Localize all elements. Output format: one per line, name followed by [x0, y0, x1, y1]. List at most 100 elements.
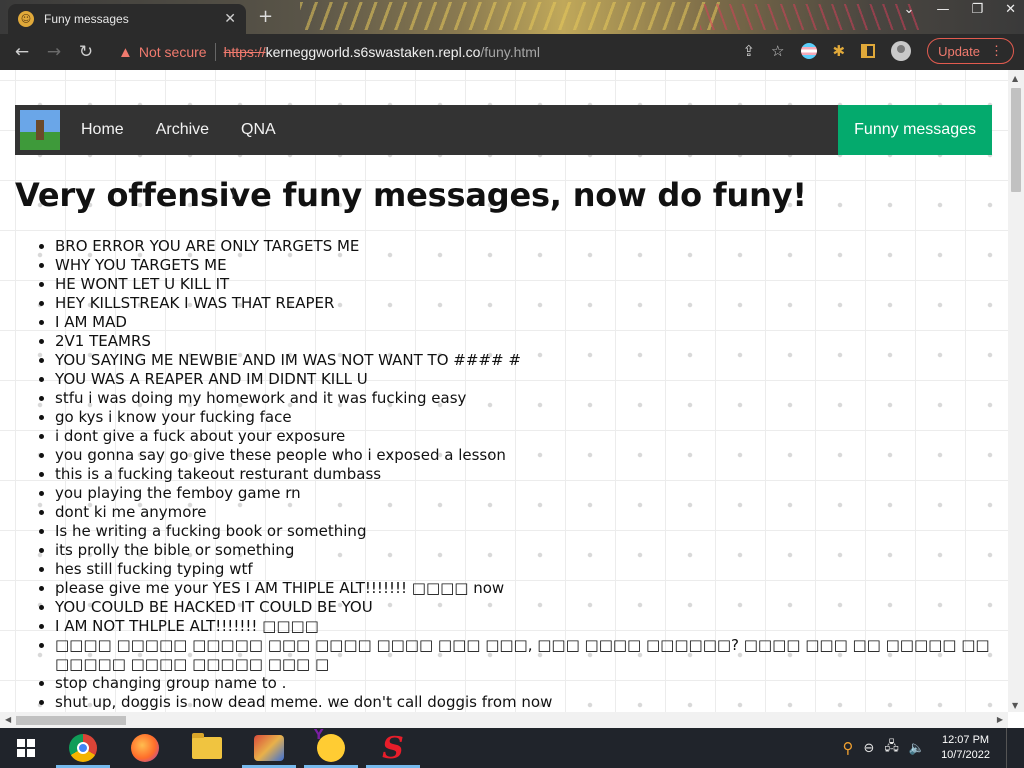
- taskbar-yahoo-messenger[interactable]: [300, 728, 362, 768]
- message-item: BRO ERROR YOU ARE ONLY TARGETS ME: [55, 237, 995, 256]
- tab-search-icon[interactable]: ⌄: [904, 2, 915, 17]
- message-item: this is a fucking takeout resturant dumb…: [55, 465, 995, 484]
- warning-icon[interactable]: ▲: [118, 44, 133, 61]
- clock-time: 12:07 PM: [941, 734, 990, 746]
- url-path: /funy.html: [480, 44, 541, 60]
- taskbar-s-app[interactable]: S: [362, 728, 424, 768]
- message-item: stfu i was doing my homework and it was …: [55, 389, 995, 408]
- scroll-right-icon[interactable]: ▶: [997, 715, 1003, 724]
- horizontal-scrollbar[interactable]: ◀ ▶: [0, 712, 1008, 728]
- side-panel-icon[interactable]: [861, 44, 876, 58]
- scroll-down-icon[interactable]: ▼: [1012, 701, 1018, 710]
- page-heading: Very offensive funy messages, now do fun…: [15, 176, 807, 214]
- taskbar-paint[interactable]: [238, 728, 300, 768]
- favicon-icon: ☺: [18, 11, 34, 27]
- taskbar-chrome[interactable]: [52, 728, 114, 768]
- message-item: WHY YOU TARGETS ME: [55, 256, 995, 275]
- message-list: BRO ERROR YOU ARE ONLY TARGETS MEWHY YOU…: [55, 237, 995, 712]
- window-controls: ⌄ — ❐ ✕: [904, 2, 1016, 17]
- system-tray: ⚲ ⊖ 🖧 🔈 12:07 PM 10/7/2022: [842, 728, 1010, 768]
- back-button[interactable]: ←: [6, 42, 38, 62]
- volume-icon[interactable]: 🔈: [909, 741, 925, 756]
- maximize-button[interactable]: ❐: [971, 2, 983, 17]
- chrome-icon: [69, 734, 97, 762]
- scrollbar-thumb[interactable]: [1011, 88, 1021, 192]
- message-item: its prolly the bible or something: [55, 541, 995, 560]
- minimize-button[interactable]: —: [936, 2, 949, 17]
- reload-button[interactable]: ↻: [70, 42, 102, 62]
- message-item: please give me your YES I AM THIPLE ALT!…: [55, 579, 995, 598]
- yahoo-messenger-icon: [314, 728, 345, 762]
- network-icon[interactable]: 🖧: [884, 737, 899, 759]
- url-host: kerneggworld.s6swastaken.repl.co: [265, 44, 481, 60]
- message-item: □□□□ □□□□□ □□□□□ □□□ □□□□ □□□□ □□□ □□□, …: [55, 636, 995, 674]
- message-item: hes still fucking typing wtf: [55, 560, 995, 579]
- forward-button[interactable]: →: [38, 42, 70, 62]
- message-item: you playing the femboy game rn: [55, 484, 995, 503]
- browser-tab[interactable]: ☺ Funy messages ✕: [8, 4, 246, 34]
- site-logo[interactable]: [20, 110, 60, 150]
- message-item: dont ki me anymore: [55, 503, 995, 522]
- update-button[interactable]: Update ⋮: [927, 38, 1014, 64]
- menu-icon[interactable]: ⋮: [990, 43, 1003, 59]
- message-item: I AM NOT THLPLE ALT!!!!!!! □□□□: [55, 617, 995, 636]
- window-titlebar: ☺ Funy messages ✕ + ⌄ — ❐ ✕: [0, 0, 1024, 34]
- message-item: YOU COULD BE HACKED IT COULD BE YOU: [55, 598, 995, 617]
- firefox-icon: [131, 734, 159, 762]
- message-item: Is he writing a fucking book or somethin…: [55, 522, 995, 541]
- message-item: go kys i know your fucking face: [55, 408, 995, 427]
- page-viewport[interactable]: Home Archive QNA Funny messages Very off…: [0, 70, 1008, 712]
- message-item: stop changing group name to .: [55, 674, 995, 693]
- message-item: I AM MAD: [55, 313, 995, 332]
- theme-decoration: [300, 2, 720, 30]
- divider: [214, 43, 216, 61]
- start-button[interactable]: [0, 728, 52, 768]
- scrollbar-thumb[interactable]: [16, 716, 126, 725]
- close-window-button[interactable]: ✕: [1005, 2, 1016, 17]
- nav-home[interactable]: Home: [65, 121, 140, 139]
- paint-icon: [254, 735, 284, 761]
- nav-qna[interactable]: QNA: [225, 121, 292, 139]
- search-icon[interactable]: ⚲: [842, 739, 853, 757]
- close-tab-icon[interactable]: ✕: [224, 11, 236, 27]
- nav-funny-messages[interactable]: Funny messages: [838, 105, 992, 155]
- scroll-left-icon[interactable]: ◀: [5, 715, 11, 724]
- taskbar-file-explorer[interactable]: [176, 728, 238, 768]
- message-item: 2V1 TEAMRS: [55, 332, 995, 351]
- new-tab-button[interactable]: +: [258, 6, 273, 27]
- extension-flag-icon[interactable]: [800, 43, 817, 59]
- security-status[interactable]: Not secure: [139, 44, 207, 60]
- bookmark-star-icon[interactable]: ☆: [771, 42, 784, 60]
- message-item: YOU WAS A REAPER AND IM DIDNT KILL U: [55, 370, 995, 389]
- text-cursor-icon: I: [231, 184, 236, 203]
- extensions-puzzle-icon[interactable]: ✱: [833, 42, 846, 60]
- address-bar[interactable]: ▲ Not secure https:// kerneggworld.s6swa…: [108, 38, 804, 66]
- theme-decoration: [700, 4, 920, 30]
- taskbar-firefox[interactable]: [114, 728, 176, 768]
- profile-avatar-icon[interactable]: [891, 41, 912, 61]
- site-navbar: Home Archive QNA Funny messages: [15, 105, 992, 155]
- clock-date: 10/7/2022: [941, 749, 990, 761]
- windows-logo-icon: [17, 739, 35, 757]
- s-app-icon: S: [382, 730, 404, 766]
- url-scheme: https://: [223, 44, 266, 60]
- file-explorer-icon: [192, 733, 222, 759]
- scroll-up-icon[interactable]: ▲: [1012, 74, 1018, 83]
- browser-toolbar: ← → ↻ ▲ Not secure https:// kerneggworld…: [0, 34, 1024, 70]
- message-item: HE WONT LET U KILL IT: [55, 275, 995, 294]
- minus-circle-icon[interactable]: ⊖: [863, 741, 874, 756]
- share-icon[interactable]: ⇪: [742, 42, 755, 60]
- vertical-scrollbar[interactable]: ▲ ▼: [1008, 70, 1024, 712]
- message-item: shut up, doggis is now dead meme. we don…: [55, 693, 995, 712]
- message-item: i dont give a fuck about your exposure: [55, 427, 995, 446]
- message-item: HEY KILLSTREAK I WAS THAT REAPER: [55, 294, 995, 313]
- tab-title: Funy messages: [44, 12, 129, 26]
- show-desktop-button[interactable]: [1006, 728, 1010, 768]
- taskbar: S ⚲ ⊖ 🖧 🔈 12:07 PM 10/7/2022: [0, 728, 1024, 768]
- toolbar-actions: ⇪ ☆ ✱ Update ⋮: [742, 38, 1014, 64]
- message-item: you gonna say go give these people who i…: [55, 446, 995, 465]
- nav-archive[interactable]: Archive: [140, 121, 225, 139]
- message-item: YOU SAYING ME NEWBIE AND IM WAS NOT WANT…: [55, 351, 995, 370]
- update-label: Update: [938, 43, 980, 59]
- clock[interactable]: 12:07 PM 10/7/2022: [941, 733, 990, 763]
